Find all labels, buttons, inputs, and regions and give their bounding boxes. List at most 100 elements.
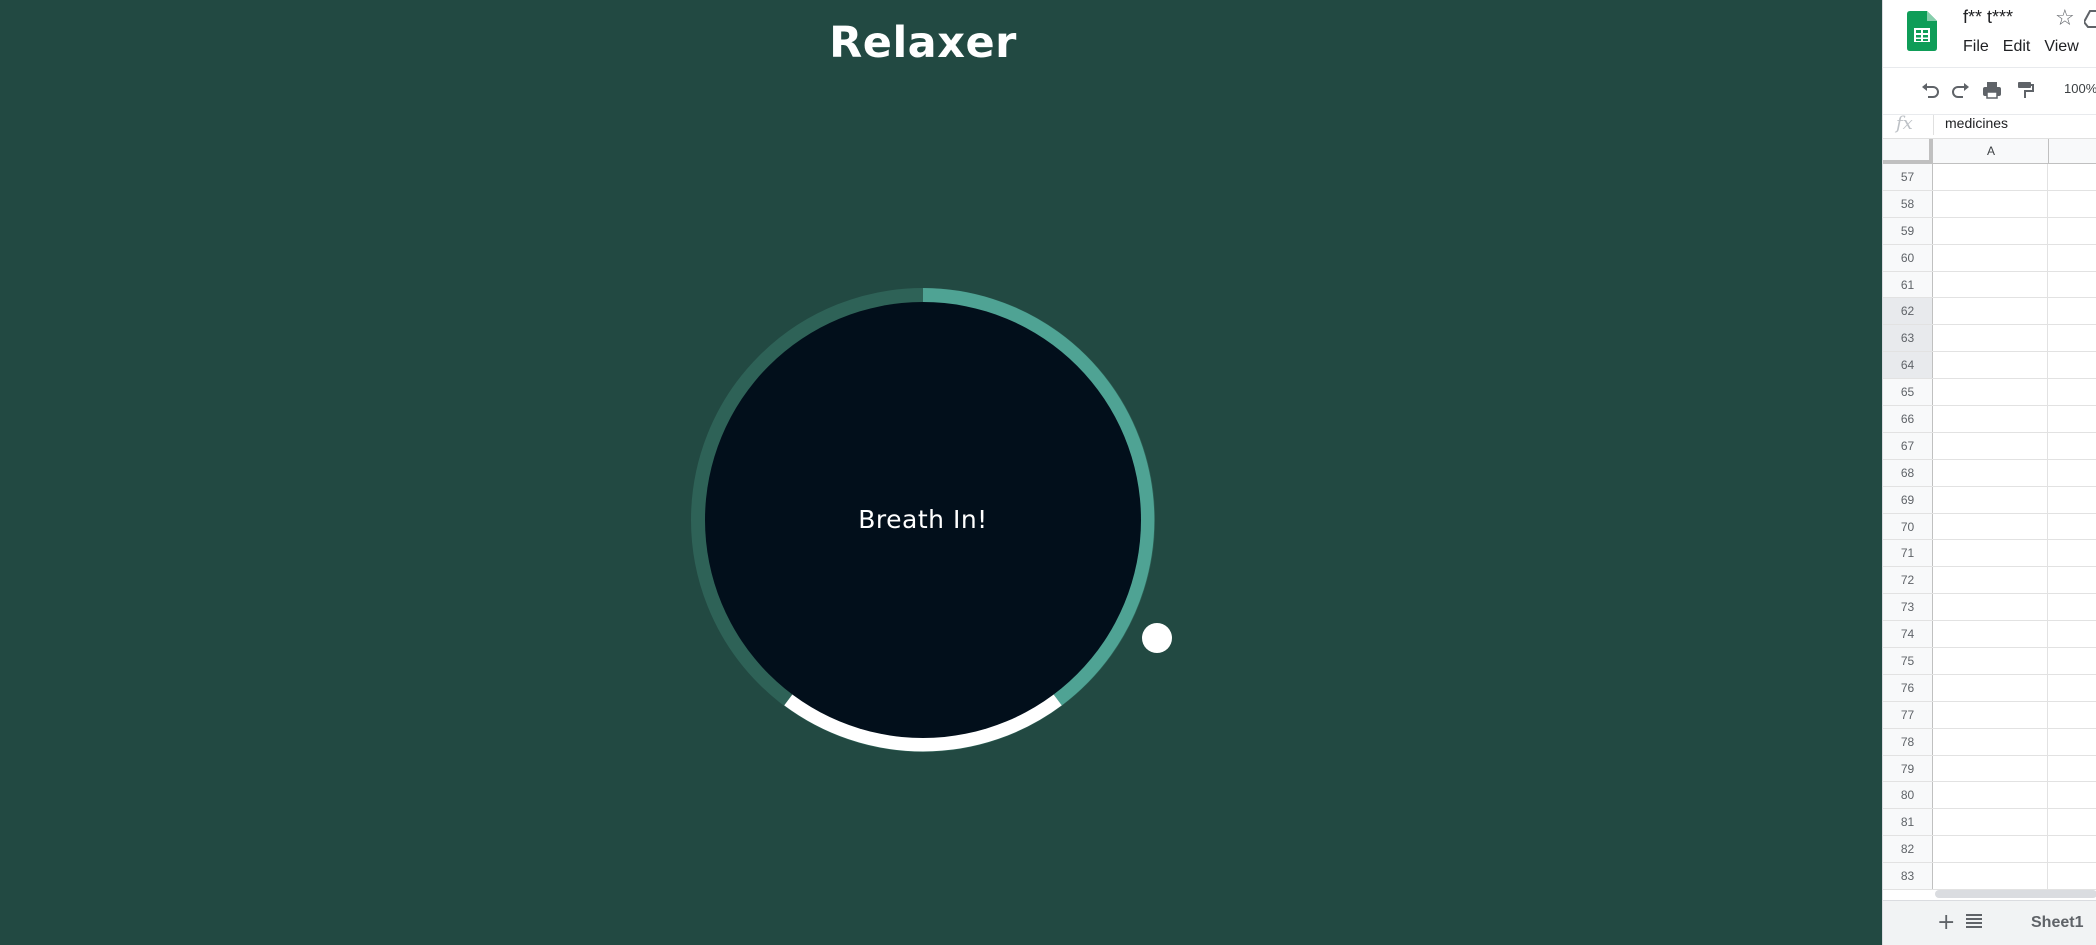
cell-a[interactable] (1934, 190, 2048, 217)
cell-a[interactable] (1934, 540, 2048, 567)
cell-a[interactable] (1934, 379, 2048, 406)
undo-icon[interactable] (1919, 79, 1941, 101)
row-number[interactable]: 67 (1883, 432, 1933, 459)
table-row: 77 (1883, 701, 2096, 729)
cell-a[interactable] (1934, 244, 2048, 271)
table-row: 65 (1883, 379, 2096, 407)
row-number[interactable]: 79 (1883, 755, 1933, 782)
row-number[interactable]: 76 (1883, 674, 1933, 701)
table-row: 58 (1883, 190, 2096, 218)
redo-icon[interactable] (1950, 79, 1972, 101)
cell-a[interactable] (1934, 809, 2048, 836)
zoom-select[interactable]: 100% (2064, 81, 2096, 96)
row-number[interactable]: 75 (1883, 648, 1933, 674)
cell-a[interactable] (1934, 567, 2048, 594)
row-number[interactable]: 81 (1883, 809, 1933, 836)
select-all-corner[interactable] (1883, 139, 1933, 163)
row-number[interactable]: 65 (1883, 379, 1933, 406)
row-number[interactable]: 57 (1883, 164, 1933, 190)
cell-a[interactable] (1934, 432, 2048, 459)
cell-a[interactable] (1934, 836, 2048, 863)
row-number[interactable]: 80 (1883, 782, 1933, 809)
sheet-tabs-bar: + Sheet1 (1883, 900, 2096, 945)
table-row: 81 (1883, 809, 2096, 837)
row-number[interactable]: 61 (1883, 271, 1933, 298)
row-number[interactable]: 58 (1883, 190, 1933, 217)
cell-a[interactable] (1934, 674, 2048, 701)
table-row: 83 (1883, 863, 2096, 891)
cell-a[interactable] (1934, 486, 2048, 513)
column-header-row: A (1883, 139, 2096, 164)
document-title[interactable]: f** t*** (1963, 7, 2013, 28)
sheet-tab-sheet1[interactable]: Sheet1 (2031, 914, 2083, 932)
menu-edit[interactable]: Edit (2003, 38, 2031, 56)
all-sheets-list-icon[interactable] (1966, 914, 1982, 928)
cell-a[interactable] (1934, 594, 2048, 621)
table-row: 64 (1883, 352, 2096, 380)
row-number[interactable]: 78 (1883, 728, 1933, 755)
table-row: 68 (1883, 459, 2096, 487)
row-number[interactable]: 60 (1883, 244, 1933, 271)
cell-a[interactable] (1934, 352, 2048, 379)
progress-pointer[interactable] (1142, 623, 1172, 653)
cell-a[interactable] (1934, 863, 2048, 890)
sheets-logo-icon[interactable] (1907, 11, 1937, 51)
row-number[interactable]: 68 (1883, 459, 1933, 486)
table-row: 66 (1883, 406, 2096, 433)
row-number[interactable]: 63 (1883, 325, 1933, 352)
table-row: 62 (1883, 298, 2096, 326)
table-row: 59 (1883, 217, 2096, 245)
table-row: 57 (1883, 164, 2096, 191)
paint-format-icon[interactable] (2014, 79, 2036, 101)
cell-a[interactable] (1934, 325, 2048, 352)
horizontal-scrollbar[interactable] (1935, 890, 2096, 898)
cell-a[interactable] (1934, 459, 2048, 486)
table-row: 69 (1883, 486, 2096, 514)
formula-input[interactable]: medicines (1945, 115, 2008, 131)
row-number[interactable]: 73 (1883, 594, 1933, 621)
row-number[interactable]: 72 (1883, 567, 1933, 594)
row-number[interactable]: 69 (1883, 486, 1933, 513)
sheet-grid: 57 58 59 60 61 62 63 64 65 66 67 68 69 70 71 72 73 74 75 76… (1883, 164, 2096, 891)
cell-a[interactable] (1934, 755, 2048, 782)
cell-a[interactable] (1934, 271, 2048, 298)
cell-a[interactable] (1934, 728, 2048, 755)
breath-instruction: Breath In! (858, 505, 988, 534)
formula-bar: fx medicines (1883, 112, 2096, 139)
toolbar: 100% (1883, 67, 2096, 115)
app-title: Relaxer (829, 18, 1017, 68)
table-row: 79 (1883, 755, 2096, 783)
table-row: 78 (1883, 728, 2096, 756)
column-header-a[interactable]: A (1934, 139, 2049, 163)
menu-bar: File Edit View (1963, 38, 2079, 56)
row-number[interactable]: 64 (1883, 352, 1933, 379)
star-icon[interactable]: ☆ (2055, 6, 2075, 31)
cell-a[interactable] (1934, 164, 2048, 190)
row-number[interactable]: 82 (1883, 836, 1933, 863)
print-icon[interactable] (1981, 79, 2003, 101)
relaxer-app: Relaxer Breath In! (0, 0, 1882, 945)
cell-a[interactable] (1934, 621, 2048, 648)
row-number[interactable]: 62 (1883, 298, 1933, 325)
menu-file[interactable]: File (1963, 38, 1989, 56)
row-number[interactable]: 59 (1883, 217, 1933, 244)
cell-a[interactable] (1934, 782, 2048, 809)
menu-view[interactable]: View (2044, 38, 2078, 56)
row-number[interactable]: 70 (1883, 513, 1933, 540)
table-row: 76 (1883, 674, 2096, 702)
row-number[interactable]: 66 (1883, 406, 1933, 432)
row-number[interactable]: 71 (1883, 540, 1933, 567)
table-row: 61 (1883, 271, 2096, 299)
move-to-drive-icon[interactable] (2084, 10, 2096, 28)
table-row: 63 (1883, 325, 2096, 353)
cell-a[interactable] (1934, 648, 2048, 674)
cell-a[interactable] (1934, 513, 2048, 540)
add-sheet-button[interactable]: + (1937, 910, 1955, 935)
row-number[interactable]: 83 (1883, 863, 1933, 890)
cell-a[interactable] (1934, 217, 2048, 244)
cell-a[interactable] (1934, 298, 2048, 325)
row-number[interactable]: 77 (1883, 701, 1933, 728)
row-number[interactable]: 74 (1883, 621, 1933, 648)
cell-a[interactable] (1934, 406, 2048, 432)
cell-a[interactable] (1934, 701, 2048, 728)
